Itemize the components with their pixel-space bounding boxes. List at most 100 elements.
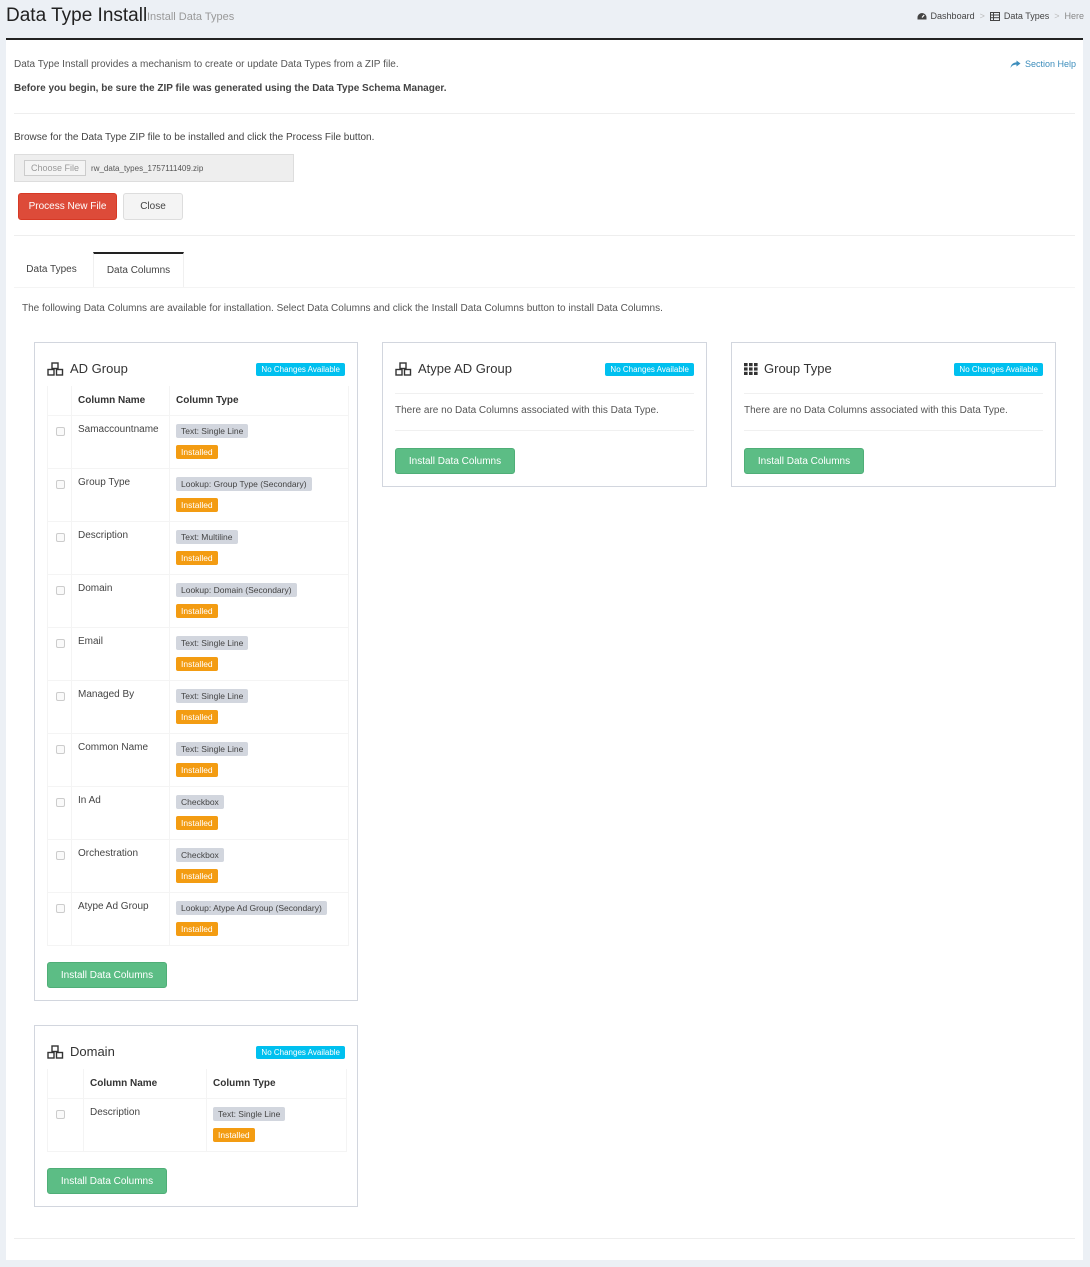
page-header: Data Type Install Install Data Types Das… (0, 0, 1090, 36)
select-cell (47, 679, 72, 734)
intro-warning: Before you begin, be sure the ZIP file w… (14, 83, 447, 94)
column-type-cell: Text: Single Line Installed (169, 679, 349, 734)
column-name: Samaccountname (71, 414, 170, 469)
status-badge: No Changes Available (256, 363, 345, 376)
column-type-cell: Lookup: Domain (Secondary) Installed (169, 573, 349, 628)
install-data-columns-button[interactable]: Install Data Columns (47, 962, 167, 988)
row-checkbox[interactable] (56, 1109, 65, 1119)
select-cell (47, 838, 72, 893)
select-cell (47, 785, 72, 840)
share-icon (1010, 60, 1021, 68)
column-name-header: Column Name (71, 386, 170, 416)
select-cell (47, 414, 72, 469)
column-name: Description (71, 520, 170, 575)
card-atype-ad-group: Atype AD Group No Changes Available Ther… (382, 342, 707, 487)
column-type-cell: Text: Single Line Installed (169, 626, 349, 681)
column-type-header: Column Type (206, 1069, 347, 1099)
row-checkbox[interactable] (56, 426, 65, 436)
row-checkbox[interactable] (56, 638, 65, 648)
install-data-columns-button[interactable]: Install Data Columns (47, 1168, 167, 1194)
grid-icon (744, 362, 758, 375)
column-type-label: Text: Single Line (176, 423, 249, 438)
column-type-label: Lookup: Atype Ad Group (Secondary) (176, 900, 327, 915)
file-input[interactable]: Choose File rw_data_types_1757111409.zip (14, 154, 294, 182)
row-checkbox[interactable] (56, 797, 65, 807)
select-cell (47, 732, 72, 787)
table-row: Domain Lookup: Domain (Secondary) Installe… (47, 573, 349, 628)
column-type-cell: Lookup: Atype Ad Group (Secondary) Instal… (169, 891, 349, 946)
breadcrumb: Dashboard > Data Types > Here (917, 11, 1084, 21)
installed-badge: Installed (176, 815, 218, 830)
table-row: Managed By Text: Single Line Installed (47, 679, 349, 734)
columns-table: Column Name Column Type Samaccountname Te… (47, 386, 349, 946)
column-name: In Ad (71, 785, 170, 840)
row-checkbox[interactable] (56, 532, 65, 542)
process-new-file-button[interactable]: Process New File (18, 193, 117, 220)
table-row: Samaccountname Text: Single Line Installed (47, 414, 349, 469)
status-badge: No Changes Available (954, 363, 1043, 376)
column-name-header: Column Name (83, 1069, 207, 1099)
card-title: AD Group (47, 361, 128, 376)
column-name: Domain (71, 573, 170, 628)
column-type-cell: Text: Single Line Installed (206, 1097, 347, 1152)
divider (744, 393, 1043, 394)
column-type-header: Column Type (169, 386, 349, 416)
breadcrumb-data-types-label: Data Types (1003, 11, 1050, 21)
card-title: Domain (47, 1044, 115, 1059)
select-cell (47, 573, 72, 628)
breadcrumb-dashboard[interactable]: Dashboard (917, 11, 975, 21)
dashboard-icon (917, 12, 927, 19)
column-name: Common Name (71, 732, 170, 787)
card-ad-group: AD Group No Changes Available Column Nam… (34, 342, 358, 1001)
card-title-text: Domain (70, 1044, 115, 1059)
breadcrumb-separator: > (979, 11, 985, 21)
breadcrumb-data-types[interactable]: Data Types (989, 11, 1050, 21)
select-cell (47, 891, 72, 946)
status-badge: No Changes Available (256, 1046, 345, 1059)
section-help-label: Section Help (1024, 59, 1076, 69)
intro-text: Data Type Install provides a mechanism t… (14, 59, 399, 70)
row-checkbox[interactable] (56, 585, 65, 595)
table-row: Description Text: Single Line Installed (47, 1097, 347, 1152)
card-title-text: Group Type (764, 361, 832, 376)
column-type-cell: Lookup: Group Type (Secondary) Installed (169, 467, 349, 522)
column-type-label: Text: Multiline (176, 529, 238, 544)
installed-badge: Installed (176, 656, 218, 671)
select-cell (47, 1097, 84, 1152)
column-name: Description (83, 1097, 207, 1152)
tab-data-columns[interactable]: Data Columns (93, 252, 184, 287)
table-row: Atype Ad Group Lookup: Atype Ad Group (Se… (47, 891, 349, 946)
close-button[interactable]: Close (123, 193, 183, 220)
status-badge: No Changes Available (605, 363, 694, 376)
section-help-link[interactable]: Section Help (1010, 59, 1076, 69)
column-type-label: Text: Single Line (176, 635, 249, 650)
column-type-cell: Checkbox Installed (169, 785, 349, 840)
install-data-columns-button[interactable]: Install Data Columns (395, 448, 515, 474)
column-name: Atype Ad Group (71, 891, 170, 946)
divider (14, 113, 1075, 114)
page-subtitle: Install Data Types (147, 11, 235, 23)
column-name: Orchestration (71, 838, 170, 893)
row-checkbox[interactable] (56, 479, 65, 489)
installed-badge: Installed (176, 709, 218, 724)
column-type-cell: Text: Multiline Installed (169, 520, 349, 575)
card-domain: Domain No Changes Available Column Name … (34, 1025, 358, 1207)
table-row: Orchestration Checkbox Installed (47, 838, 349, 893)
column-type-cell: Text: Single Line Installed (169, 732, 349, 787)
column-name: Email (71, 626, 170, 681)
tab-data-types[interactable]: Data Types (14, 252, 89, 287)
row-checkbox[interactable] (56, 850, 65, 860)
divider (14, 235, 1075, 236)
column-name: Group Type (71, 467, 170, 522)
row-checkbox[interactable] (56, 691, 65, 701)
installed-badge: Installed (176, 762, 218, 777)
column-type-label: Text: Single Line (213, 1106, 286, 1121)
row-checkbox[interactable] (56, 744, 65, 754)
table-row: Common Name Text: Single Line Installed (47, 732, 349, 787)
column-type-label: Checkbox (176, 847, 224, 862)
install-data-columns-button[interactable]: Install Data Columns (744, 448, 864, 474)
card-title: Atype AD Group (395, 361, 512, 376)
card-group-type: Group Type No Changes Available There ar… (731, 342, 1056, 487)
choose-file-button[interactable]: Choose File (24, 160, 87, 176)
row-checkbox[interactable] (56, 903, 65, 913)
